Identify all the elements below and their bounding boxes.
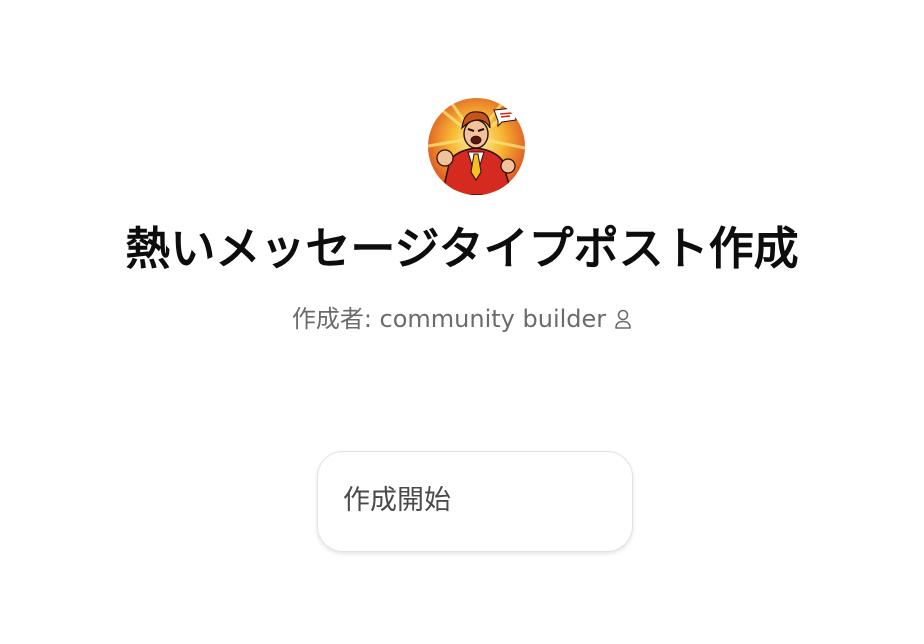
author-line: 作成者: community builder <box>0 302 924 339</box>
gpt-profile-page: 熱いメッセージタイプポスト作成 作成者: community builder 作… <box>0 0 924 644</box>
author-text: 作成者: community builder <box>291 305 607 333</box>
start-creation-label: 作成開始 <box>343 485 451 516</box>
person-icon <box>614 305 632 339</box>
page-title: 熱いメッセージタイプポスト作成 <box>125 222 799 275</box>
avatar <box>428 98 525 195</box>
angry-businessman-avatar-icon <box>428 98 525 195</box>
start-creation-button[interactable]: 作成開始 <box>317 451 633 552</box>
